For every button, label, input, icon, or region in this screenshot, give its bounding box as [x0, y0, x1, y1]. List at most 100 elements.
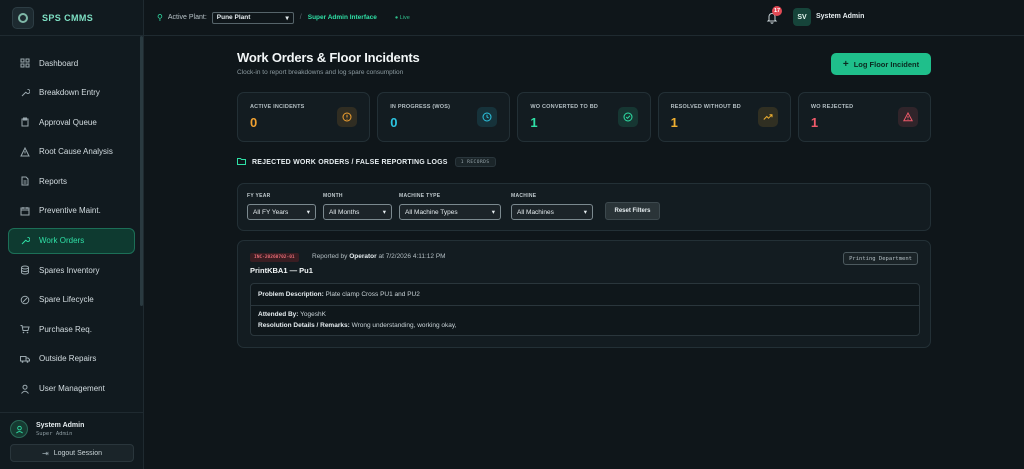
topbar: ⚲ Active Plant: Pune Plant ▾ / Super Adm…: [144, 0, 1024, 36]
user-profile[interactable]: System Admin Super Admin: [0, 413, 144, 438]
warning-icon: [19, 146, 31, 158]
filter-label: MACHINE: [511, 193, 537, 199]
sidebar-footer: System Admin Super Admin ⇥ Logout Sessio…: [0, 412, 144, 469]
trending-up-icon: [757, 107, 778, 127]
user-icon: [19, 383, 31, 395]
sidebar-item-outside-repairs[interactable]: Outside Repairs: [8, 346, 135, 372]
incident-id-badge: INC-20260702-01: [250, 253, 299, 262]
filter-value: All Machine Types: [405, 208, 458, 216]
sidebar-item-approval-queue[interactable]: Approval Queue: [8, 109, 135, 135]
sidebar-item-work-orders[interactable]: Work Orders: [8, 227, 135, 254]
live-indicator: ● Live: [394, 14, 410, 21]
cart-icon: [19, 323, 31, 335]
avatar[interactable]: SV: [793, 8, 811, 26]
chevron-down-icon: ▾: [285, 14, 289, 22]
user-name: System Admin: [36, 421, 85, 429]
reset-filters-button[interactable]: Reset Filters: [605, 202, 660, 220]
sidebar-scrollbar[interactable]: [140, 36, 143, 306]
chevron-down-icon: ▾: [382, 209, 386, 216]
stat-card: ACTIVE INCIDENTS 0: [237, 92, 371, 142]
plant-label: Active Plant:: [167, 14, 207, 21]
filter-month: MONTH All Months ▾: [323, 193, 392, 220]
filter-machine: MACHINE All Machines ▾: [511, 193, 593, 220]
filter-value: All Machines: [517, 208, 554, 216]
file-icon: [19, 175, 31, 187]
attended-label: Attended By:: [258, 311, 299, 318]
stat-card: RESOLVED WITHOUT BD 1: [657, 92, 791, 142]
filter-select-month[interactable]: All Months ▾: [323, 204, 392, 220]
sidebar-item-breakdown-entry[interactable]: Breakdown Entry: [8, 80, 135, 106]
sidebar-item-label: Preventive Maint.: [39, 206, 101, 216]
filter-label: MACHINE TYPE: [399, 193, 441, 199]
sidebar-item-reports[interactable]: Reports: [8, 168, 135, 194]
problem-text: Plate clamp Cross PU1 and PU2: [325, 291, 420, 298]
sidebar-item-dashboard[interactable]: Dashboard: [8, 50, 135, 76]
brand: SPS CMMS: [0, 0, 143, 36]
reported-by: Operator: [349, 253, 377, 260]
records-badge: 1 RECORDS: [454, 157, 496, 167]
sidebar-item-user-management[interactable]: User Management: [8, 376, 135, 402]
filter-select-machine[interactable]: All Machines ▾: [511, 204, 593, 220]
sidebar-item-purchase-req[interactable]: Purchase Req.: [8, 316, 135, 342]
sidebar-nav: Dashboard Breakdown Entry Approval Queue Ro…: [0, 36, 143, 402]
department-badge: Printing Department: [843, 252, 918, 265]
sidebar-item-label: User Management: [39, 384, 105, 394]
incident-card: INC-20260702-01 Reported by Operator at …: [237, 240, 931, 348]
logout-button[interactable]: ⇥ Logout Session: [10, 444, 134, 462]
alert-circle-icon: [337, 107, 358, 127]
sidebar-item-label: Work Orders: [39, 236, 85, 246]
folder-icon: [237, 157, 246, 167]
filter-machine-type: MACHINE TYPE All Machine Types ▾: [399, 193, 501, 220]
grid-icon: [19, 57, 31, 69]
remarks-text: Wrong understanding, working okay,: [351, 322, 457, 329]
logout-icon: ⇥: [42, 448, 49, 458]
sidebar-item-label: Root Cause Analysis: [39, 147, 113, 157]
log-floor-incident-button[interactable]: + Log Floor Incident: [831, 53, 931, 75]
sidebar-item-label: Purchase Req.: [39, 324, 92, 334]
filter-label: FY YEAR: [247, 193, 271, 199]
sidebar-item-label: Spares Inventory: [39, 265, 100, 275]
cycle-icon: [19, 294, 31, 306]
sidebar-item-label: Dashboard: [39, 58, 79, 68]
chevron-down-icon: ▾: [491, 209, 495, 216]
clock-icon: [477, 107, 498, 127]
truck-icon: [19, 353, 31, 365]
page-subtitle: Clock-in to report breakdowns and log sp…: [237, 69, 404, 76]
top-user-name[interactable]: System Admin: [816, 13, 864, 20]
plus-icon: +: [842, 58, 849, 70]
wrench-icon: [19, 87, 31, 99]
location-pin-icon: ⚲: [157, 13, 163, 22]
chevron-down-icon: ▾: [583, 209, 587, 216]
stat-card: WO REJECTED 1: [797, 92, 932, 142]
filter-value: All FY Years: [253, 208, 289, 216]
plant-select[interactable]: Pune Plant ▾: [211, 11, 294, 24]
sidebar: SPS CMMS Dashboard Breakdown Entry Approva…: [0, 0, 144, 469]
filter-label: MONTH: [323, 193, 343, 199]
filter-fy-year: FY YEAR All FY Years ▾: [247, 193, 316, 220]
sidebar-item-spares-inventory[interactable]: Spares Inventory: [8, 257, 135, 283]
plant-select-value: Pune Plant: [216, 14, 251, 21]
filter-value: All Months: [329, 208, 360, 216]
breadcrumb: Super Admin Interface: [307, 14, 377, 21]
divider: [251, 305, 919, 306]
sidebar-item-label: Reports: [39, 176, 68, 186]
check-circle-icon: [617, 107, 638, 127]
filter-select-machine-type[interactable]: All Machine Types ▾: [399, 204, 501, 220]
wrench-icon: [19, 235, 31, 247]
logout-label: Logout Session: [53, 449, 102, 457]
attended-text: YogeshK: [300, 311, 326, 318]
reported-line: Reported by Operator at 7/2/2026 4:11:12…: [312, 253, 446, 260]
sidebar-item-spare-lifecycle[interactable]: Spare Lifecycle: [8, 287, 135, 313]
sidebar-item-label: Approval Queue: [39, 117, 97, 127]
filter-select-fy-year[interactable]: All FY Years ▾: [247, 204, 316, 220]
remarks-label: Resolution Details / Remarks:: [258, 322, 350, 329]
attended-line: Attended By: YogeshK: [258, 311, 326, 318]
sidebar-item-preventive-maint[interactable]: Preventive Maint.: [8, 198, 135, 224]
calendar-icon: [19, 205, 31, 217]
remarks-line: Resolution Details / Remarks: Wrong unde…: [258, 322, 456, 329]
sidebar-item-root-cause-analysis[interactable]: Root Cause Analysis: [8, 139, 135, 165]
sidebar-item-label: Spare Lifecycle: [39, 295, 94, 305]
problem-line: Problem Description: Plate clamp Cross P…: [258, 291, 420, 298]
problem-label: Problem Description:: [258, 291, 324, 298]
chevron-down-icon: ▾: [306, 209, 310, 216]
